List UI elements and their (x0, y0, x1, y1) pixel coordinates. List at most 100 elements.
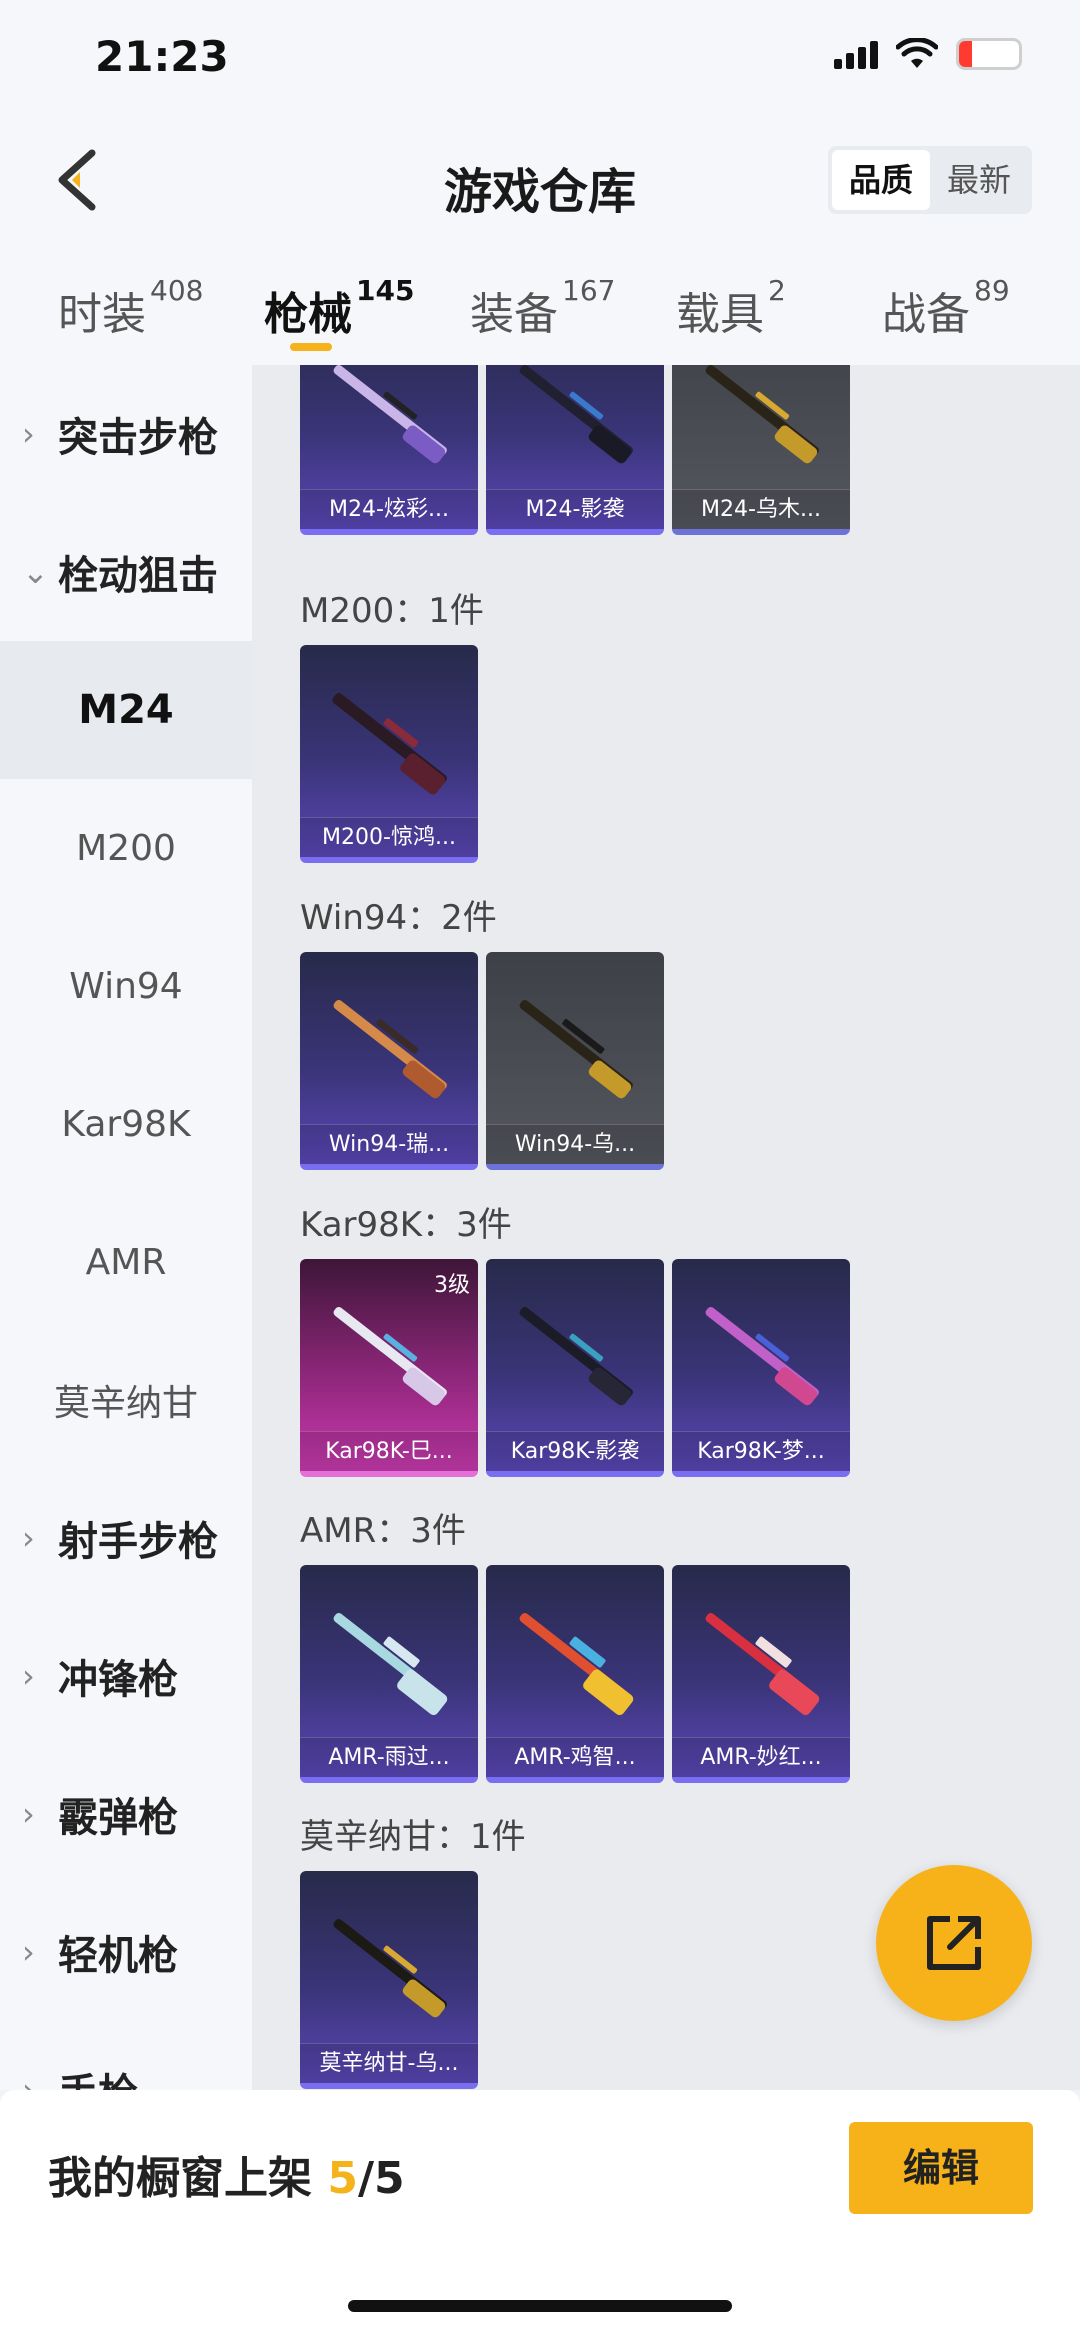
skin-card[interactable]: 莫辛纳甘-乌... (300, 1871, 478, 2089)
chevron-right-icon: › (22, 1795, 35, 1833)
skin-name: Kar98K-梦... (672, 1431, 850, 1471)
skin-card[interactable]: Win94-乌... (486, 952, 664, 1170)
tab-vehicles[interactable]: 载具 2 (676, 274, 786, 342)
chevron-right-icon: › (22, 1519, 35, 1557)
skin-name: AMR-鸡智... (486, 1737, 664, 1777)
group-label-amr: AMR：3件 (300, 1511, 466, 1551)
skin-card[interactable]: Win94-瑞... (300, 952, 478, 1170)
tab-count: 89 (974, 274, 1010, 307)
tab-fashion[interactable]: 时装 408 (58, 274, 203, 342)
skin-card[interactable]: M24-炫彩... (300, 365, 478, 535)
sidebar-item-label: 手枪 (58, 2061, 138, 2090)
showcase-label: 我的橱窗上架 (48, 2153, 312, 2204)
skin-card[interactable]: M24-影袭 (486, 365, 664, 535)
chevron-down-icon: ⌄ (22, 553, 49, 591)
skin-name: AMR-妙红... (672, 1737, 850, 1777)
group-label-m200: M200：1件 (300, 591, 484, 631)
sidebar-item-label: 轻机枪 (58, 1933, 178, 1979)
tab-count: 2 (768, 274, 786, 307)
sidebar-item-pistol[interactable]: › 手枪 (0, 2021, 252, 2090)
sidebar-item-mosin[interactable]: 莫辛纳甘 (0, 1331, 252, 1469)
chevron-right-icon: › (22, 1657, 35, 1695)
wifi-icon (896, 38, 938, 68)
share-button[interactable] (876, 1865, 1032, 2021)
skin-name: M24-炫彩... (300, 489, 478, 529)
sidebar-item-label: 射手步枪 (58, 1519, 218, 1565)
chevron-right-icon: › (22, 415, 35, 453)
rifle-icon (333, 1000, 447, 1099)
sidebar-item-bolt-sniper[interactable]: ⌄ 栓动狙击 (0, 503, 252, 641)
skin-card[interactable]: AMR-鸡智... (486, 1565, 664, 1783)
sidebar-item-marksman-rifle[interactable]: › 射手步枪 (0, 1469, 252, 1607)
sidebar-item-m24[interactable]: M24 (0, 641, 252, 779)
rifle-icon (333, 1307, 447, 1406)
sidebar-item-label: 冲锋枪 (58, 1657, 178, 1703)
tab-count: 167 (562, 274, 616, 307)
showcase-current-count: 5 (327, 2153, 358, 2204)
tab-label: 装备 (470, 289, 558, 340)
sidebar-item-label: 霰弹枪 (58, 1795, 178, 1841)
header: 游戏仓库 品质 最新 (0, 120, 1080, 240)
tab-firearms[interactable]: 枪械 145 (264, 274, 414, 342)
sort-newest-button[interactable]: 最新 (930, 150, 1028, 210)
skin-name: Kar98K-巳... (300, 1431, 478, 1471)
rifle-icon (519, 1307, 633, 1406)
sidebar-item-win94[interactable]: Win94 (0, 917, 252, 1055)
chevron-right-icon: › (22, 1933, 35, 1971)
skin-card[interactable]: M24-乌木... (672, 365, 850, 535)
rifle-icon (333, 365, 447, 464)
tab-combat-gear[interactable]: 战备 89 (882, 274, 1010, 342)
tab-equipment[interactable]: 装备 167 (470, 274, 615, 342)
sort-quality-button[interactable]: 品质 (832, 150, 930, 210)
skin-name: M24-乌木... (672, 489, 850, 529)
status-icons: 18 (834, 38, 1022, 70)
tab-count: 145 (356, 274, 415, 307)
sidebar-item-shotgun[interactable]: › 霰弹枪 (0, 1745, 252, 1883)
weapon-grid: M24-炫彩... M24-影袭 M24-乌木... M200：1件 M200-… (252, 365, 1080, 2090)
tab-count: 408 (150, 274, 204, 307)
tab-label: 时装 (58, 289, 146, 340)
showcase-status: 我的橱窗上架 5/5 (48, 2142, 405, 2206)
skin-name: Win94-乌... (486, 1124, 664, 1164)
category-tabs: 时装 408 枪械 145 装备 167 载具 2 战备 89 (0, 240, 1080, 365)
rifle-icon (333, 1613, 448, 1716)
sidebar-item-label: 突击步枪 (58, 415, 218, 461)
sidebar-item-lmg[interactable]: › 轻机枪 (0, 1883, 252, 2021)
rifle-icon (705, 1613, 820, 1716)
skin-name: AMR-雨过... (300, 1737, 478, 1777)
cellular-signal-icon (834, 39, 878, 69)
skin-name: 莫辛纳甘-乌... (300, 2043, 478, 2083)
sidebar-item-kar98k[interactable]: Kar98K (0, 1055, 252, 1193)
skin-card[interactable]: 3级 Kar98K-巳... (300, 1259, 478, 1477)
edit-button[interactable]: 编辑 (849, 2122, 1033, 2214)
home-indicator[interactable] (348, 2300, 732, 2312)
group-label-kar98k: Kar98K：3件 (300, 1205, 512, 1245)
tab-label: 战备 (882, 289, 970, 340)
skin-name: M24-影袭 (486, 489, 664, 529)
rifle-icon (333, 1919, 447, 2018)
sidebar-item-label: 栓动狙击 (58, 553, 218, 599)
skin-card[interactable]: AMR-妙红... (672, 1565, 850, 1783)
battery-level: 18 (973, 41, 1005, 66)
sort-toggle: 品质 最新 (828, 146, 1032, 214)
status-bar: 21:23 18 (0, 0, 1080, 120)
tab-label: 枪械 (264, 289, 352, 340)
group-label-mosin: 莫辛纳甘：1件 (300, 1817, 526, 1857)
skin-card[interactable]: Kar98K-影袭 (486, 1259, 664, 1477)
showcase-total-count: /5 (357, 2153, 405, 2204)
skin-card[interactable]: Kar98K-梦... (672, 1259, 850, 1477)
tab-label: 载具 (676, 289, 764, 340)
sidebar-item-assault-rifle[interactable]: › 突击步枪 (0, 365, 252, 503)
sidebar-item-amr[interactable]: AMR (0, 1193, 252, 1331)
rifle-icon (519, 1000, 633, 1099)
sidebar-item-m200[interactable]: M200 (0, 779, 252, 917)
active-tab-indicator (290, 343, 332, 351)
chevron-right-icon: › (22, 2071, 35, 2090)
skin-card[interactable]: M200-惊鸿... (300, 645, 478, 863)
battery-icon: 18 (956, 38, 1022, 70)
rifle-icon (519, 1613, 634, 1716)
group-label-win94: Win94：2件 (300, 898, 497, 938)
sidebar-item-smg[interactable]: › 冲锋枪 (0, 1607, 252, 1745)
skin-card[interactable]: AMR-雨过... (300, 1565, 478, 1783)
skin-name: Win94-瑞... (300, 1124, 478, 1164)
